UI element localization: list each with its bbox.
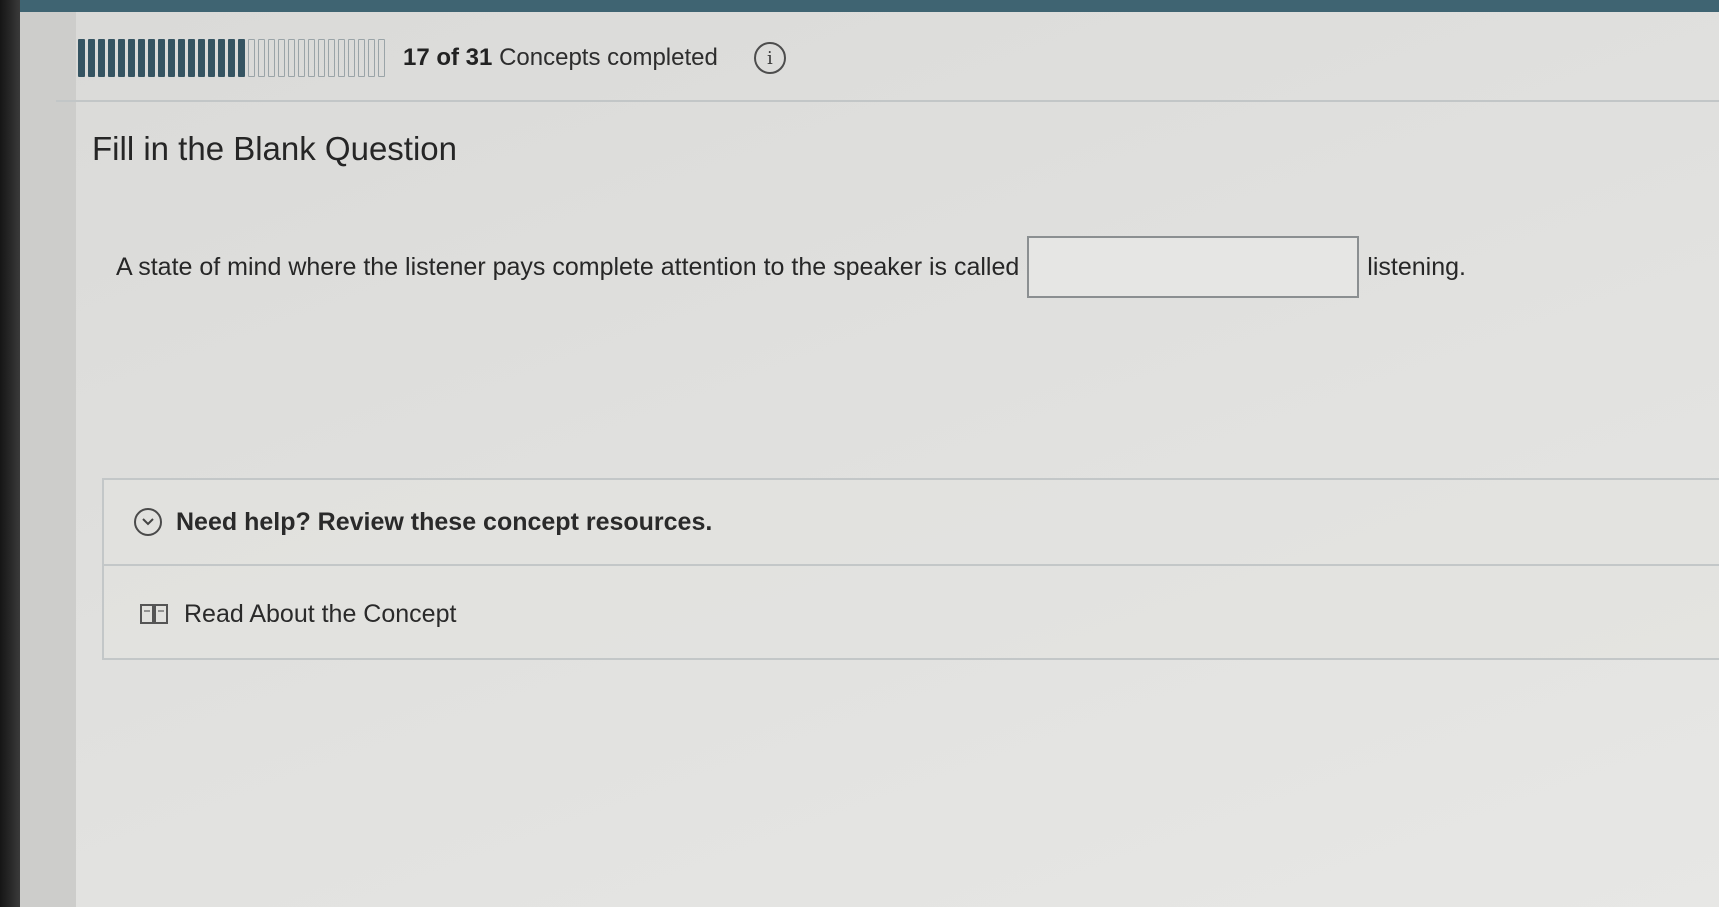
progress-segment-incomplete (258, 39, 265, 77)
progress-segment-complete (78, 39, 85, 77)
read-about-concept-link[interactable]: Read About the Concept (104, 568, 1719, 660)
top-accent-bar (0, 0, 1719, 12)
info-glyph: i (766, 47, 773, 69)
help-resources-panel: Need help? Review these concept resource… (102, 478, 1719, 660)
progress-segment-incomplete (278, 39, 285, 77)
progress-segment-complete (238, 39, 245, 77)
question-title: Fill in the Blank Question (92, 130, 458, 167)
help-toggle[interactable]: Need help? Review these concept resource… (104, 480, 1719, 566)
progress-segment-incomplete (318, 39, 325, 77)
progress-header: 17 of 31 Concepts completed i (78, 36, 786, 80)
prompt-text-before: A state of mind where the listener pays … (116, 252, 1020, 281)
progress-segment-incomplete (348, 39, 355, 77)
progress-suffix: Concepts completed (499, 44, 718, 71)
progress-segment-complete (178, 39, 185, 77)
progress-segment-incomplete (298, 39, 305, 77)
chevron-down-circle-icon (134, 508, 162, 536)
progress-segment-complete (198, 39, 205, 77)
progress-segment-complete (108, 39, 115, 77)
progress-segment-complete (228, 39, 235, 77)
progress-segment-complete (168, 39, 175, 77)
progress-segment-complete (88, 39, 95, 77)
prompt-text-after: listening. (1367, 252, 1466, 281)
progress-segment-incomplete (328, 39, 335, 77)
progress-segment-incomplete (358, 39, 365, 77)
progress-segment-complete (128, 39, 135, 77)
progress-segment-complete (218, 39, 225, 77)
question-prompt: A state of mind where the listener pays … (116, 236, 1466, 298)
progress-segment-complete (188, 39, 195, 77)
answer-blank-input[interactable] (1027, 236, 1360, 298)
progress-segment-incomplete (268, 39, 275, 77)
book-icon (140, 602, 170, 626)
progress-segment-incomplete (368, 39, 375, 77)
progress-segment-complete (118, 39, 125, 77)
progress-segment-complete (208, 39, 215, 77)
help-toggle-label: Need help? Review these concept resource… (176, 507, 713, 536)
progress-segment-complete (148, 39, 155, 77)
progress-segment-incomplete (338, 39, 345, 77)
progress-text: 17 of 31 Concepts completed (403, 44, 718, 72)
left-margin (20, 12, 76, 907)
screen-bezel (0, 0, 20, 907)
info-circle-icon[interactable]: i (753, 42, 786, 74)
progress-segment-complete (138, 39, 145, 77)
progress-count: 17 of 31 (403, 44, 493, 71)
header-divider (56, 100, 1719, 102)
progress-segment-incomplete (308, 39, 315, 77)
progress-segment-complete (158, 39, 165, 77)
resource-label: Read About the Concept (184, 599, 457, 628)
progress-segment-complete (98, 39, 105, 77)
progress-segment-incomplete (248, 39, 255, 77)
progress-segment-incomplete (288, 39, 295, 77)
concept-progress-bar (78, 38, 385, 78)
progress-segment-incomplete (378, 39, 385, 77)
